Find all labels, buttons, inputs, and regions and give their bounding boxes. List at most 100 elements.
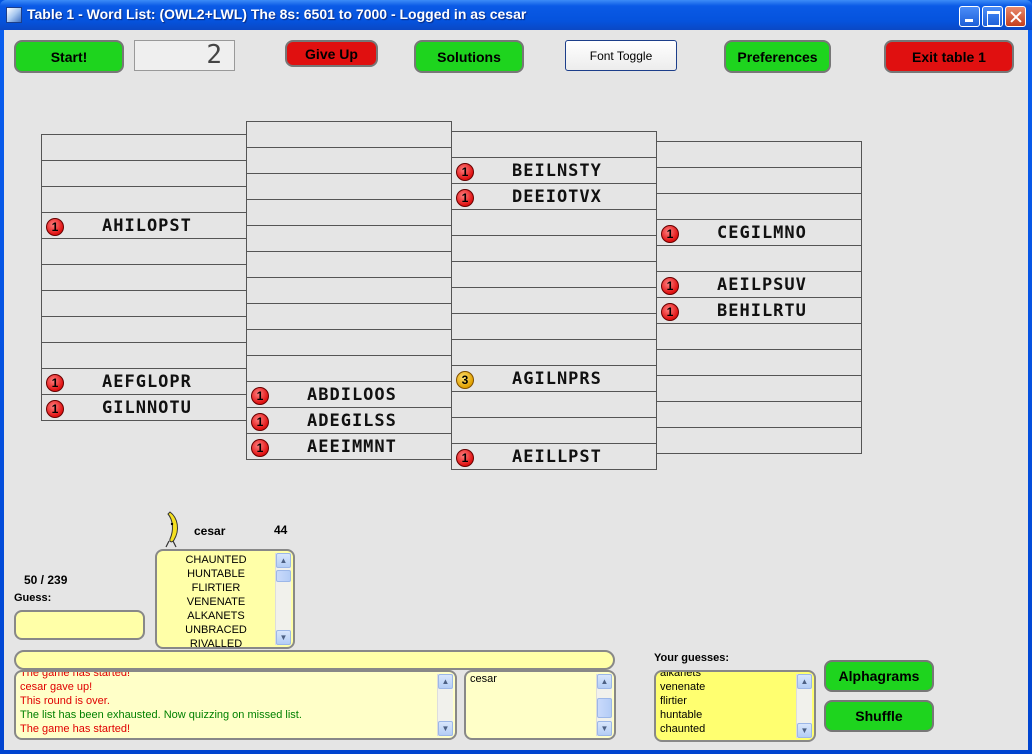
word-cell xyxy=(41,316,247,343)
chat-line: This round is over. xyxy=(20,695,110,707)
scroll-down-icon[interactable]: ▼ xyxy=(597,721,612,736)
guess-label: Guess: xyxy=(14,592,52,604)
scroll-up-icon[interactable]: ▲ xyxy=(438,674,453,689)
scroll-down-icon[interactable]: ▼ xyxy=(276,630,291,645)
alphagrams-button[interactable]: Alphagrams xyxy=(824,660,934,692)
word-cell xyxy=(41,160,247,187)
word-cell xyxy=(41,264,247,291)
alphagram-word: AGILNPRS xyxy=(512,369,602,389)
scroll-up-icon[interactable]: ▲ xyxy=(597,674,612,689)
word-cell xyxy=(41,342,247,369)
solution-count-badge: 1 xyxy=(251,413,269,431)
answer-item: UNBRACED xyxy=(185,624,247,636)
timer-display: 2 xyxy=(134,40,235,71)
word-cell xyxy=(41,134,247,161)
player-score: 44 xyxy=(274,523,288,537)
word-cell xyxy=(451,339,657,366)
start-button[interactable]: Start! xyxy=(14,40,124,73)
word-cell: 1 CEGILMNO xyxy=(656,219,862,246)
title-bar[interactable]: Table 1 - Word List: (OWL2+LWL) The 8s: … xyxy=(0,0,1032,30)
shuffle-button[interactable]: Shuffle xyxy=(824,700,934,732)
alphagram-word: BEHILRTU xyxy=(717,301,807,321)
user-item[interactable]: cesar xyxy=(466,672,614,686)
solution-count-badge: 1 xyxy=(456,189,474,207)
scroll-thumb[interactable] xyxy=(276,570,291,582)
scroll-down-icon[interactable]: ▼ xyxy=(797,723,812,738)
alphagram-word: AEEIMMNT xyxy=(307,437,397,457)
chat-log[interactable]: The game has started! cesar gave up! This … xyxy=(14,670,457,740)
word-cell xyxy=(656,401,862,428)
alphagram-word: AEILPSUV xyxy=(717,275,807,295)
alphagram-word: ADEGILSS xyxy=(307,411,397,431)
chat-line: The game has started! xyxy=(20,723,131,735)
solutions-button[interactable]: Solutions xyxy=(414,40,524,73)
word-cell xyxy=(451,131,657,158)
word-cell: 1 ABDILOOS xyxy=(246,381,452,408)
word-cell xyxy=(246,251,452,278)
word-cell xyxy=(41,186,247,213)
give-up-button[interactable]: Give Up xyxy=(285,40,378,67)
progress-counter: 50 / 239 xyxy=(24,573,68,587)
word-cell: 1 DEEIOTVX xyxy=(451,183,657,210)
word-cell xyxy=(246,225,452,252)
word-cell: 1 GILNNOTU xyxy=(41,394,247,421)
chat-input[interactable] xyxy=(14,650,615,670)
word-cell: 1 AEILPSUV xyxy=(656,271,862,298)
solution-count-badge: 1 xyxy=(46,218,64,236)
answer-item: VENENATE xyxy=(186,596,246,608)
window-title: Table 1 - Word List: (OWL2+LWL) The 8s: … xyxy=(27,6,527,22)
word-cell xyxy=(451,417,657,444)
guesses-scrollbar[interactable]: ▲ ▼ xyxy=(796,674,812,738)
word-cell: 3 AGILNPRS xyxy=(451,365,657,392)
client-area: Start! 2 Give Up Solutions Font Toggle P… xyxy=(4,30,1028,750)
word-cell xyxy=(246,173,452,200)
word-cell xyxy=(656,375,862,402)
preferences-button[interactable]: Preferences xyxy=(724,40,831,73)
solution-count-badge: 3 xyxy=(456,371,474,389)
word-cell xyxy=(656,141,862,168)
close-button[interactable] xyxy=(1005,6,1026,27)
word-cell: 1 ADEGILSS xyxy=(246,407,452,434)
word-cell xyxy=(246,329,452,356)
word-cell xyxy=(451,235,657,262)
word-cell: 1 AEFGLOPR xyxy=(41,368,247,395)
users-scrollbar[interactable]: ▲ ▼ xyxy=(596,674,612,736)
solution-count-badge: 1 xyxy=(456,449,474,467)
maximize-button[interactable] xyxy=(982,6,1003,27)
scroll-up-icon[interactable]: ▲ xyxy=(797,674,812,689)
solution-count-badge: 1 xyxy=(46,400,64,418)
exit-table-button[interactable]: Exit table 1 xyxy=(884,40,1014,73)
word-cell xyxy=(656,245,862,272)
guess-input[interactable] xyxy=(14,610,145,640)
answer-item: FLIRTIER xyxy=(191,582,241,594)
app-window: Table 1 - Word List: (OWL2+LWL) The 8s: … xyxy=(0,0,1032,754)
solution-count-badge: 1 xyxy=(661,225,679,243)
chat-line: The game has started! xyxy=(20,670,131,679)
word-cell xyxy=(451,209,657,236)
users-list[interactable]: cesar ▲ ▼ xyxy=(464,670,616,740)
font-toggle-button[interactable]: Font Toggle xyxy=(565,40,677,71)
guess-item: alkanets xyxy=(660,670,701,679)
minimize-button[interactable] xyxy=(959,6,980,27)
word-cell xyxy=(451,313,657,340)
scroll-up-icon[interactable]: ▲ xyxy=(276,553,291,568)
word-cell: 1 AEEIMMNT xyxy=(246,433,452,460)
word-cell xyxy=(246,303,452,330)
your-guesses-label: Your guesses: xyxy=(654,652,729,664)
alphagram-word: DEEIOTVX xyxy=(512,187,602,207)
word-cell: 1 AEILLPST xyxy=(451,443,657,470)
guess-item: flirtier xyxy=(660,695,687,707)
alphagram-word: BEILNSTY xyxy=(512,161,602,181)
your-guesses-inner: alkanets venenate flirtier huntable chaunted xyxy=(656,670,705,736)
alphagram-word: GILNNOTU xyxy=(102,398,192,418)
player-answers-list[interactable]: CHAUNTED HUNTABLE FLIRTIER VENENATE ALKANETS… xyxy=(155,549,295,649)
scroll-down-icon[interactable]: ▼ xyxy=(438,721,453,736)
word-cell xyxy=(656,167,862,194)
chat-scrollbar[interactable]: ▲ ▼ xyxy=(437,674,453,736)
answers-inner: CHAUNTED HUNTABLE FLIRTIER VENENATE ALKANETS… xyxy=(157,553,275,647)
solution-count-badge: 1 xyxy=(251,439,269,457)
answers-scrollbar[interactable]: ▲ ▼ xyxy=(275,553,291,645)
alphagram-word: AEFGLOPR xyxy=(102,372,192,392)
scroll-thumb[interactable] xyxy=(597,698,612,718)
your-guesses-list[interactable]: alkanets venenate flirtier huntable chaunted… xyxy=(654,670,816,742)
